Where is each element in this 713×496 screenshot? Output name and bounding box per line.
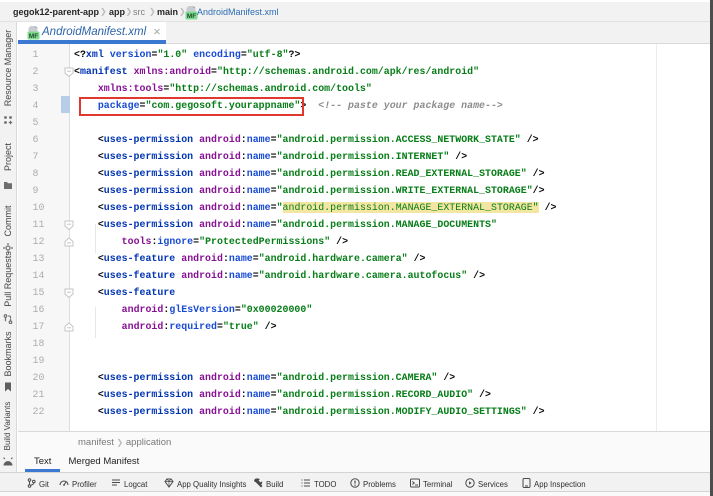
svg-text:MF: MF xyxy=(187,13,196,20)
svg-text:MF: MF xyxy=(29,33,38,40)
